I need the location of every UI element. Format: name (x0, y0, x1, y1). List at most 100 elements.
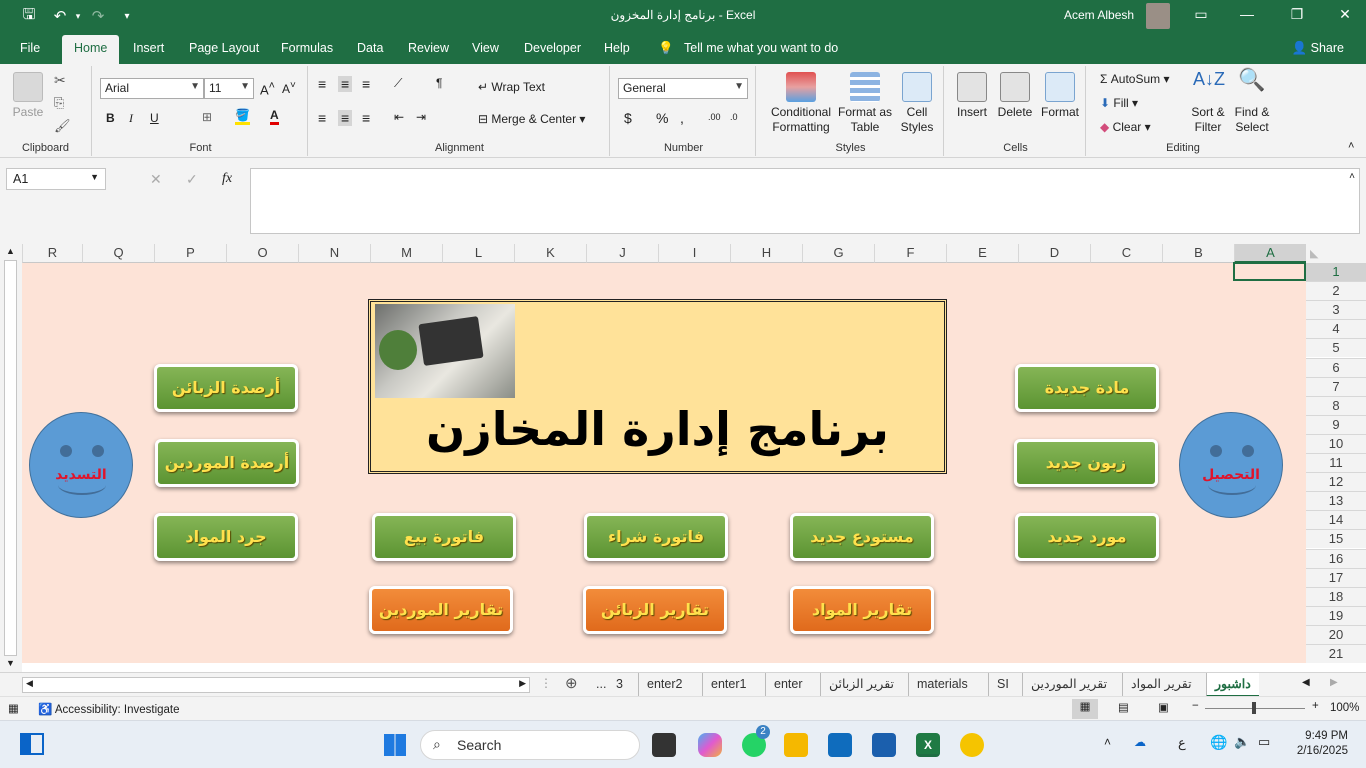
row-header-6[interactable]: 6 (1306, 357, 1366, 377)
increase-indent-icon[interactable]: ⇥ (416, 110, 426, 124)
scroll-up-icon[interactable]: ▲ (6, 246, 15, 256)
suppliers-reports-button[interactable]: تقارير الموردين (369, 586, 513, 634)
restore-icon[interactable]: ❐ (1282, 6, 1312, 23)
number-format-select[interactable]: General ▼ (618, 78, 748, 99)
splitter-icon[interactable]: ⋮ (540, 676, 552, 690)
chevron-up-icon[interactable]: ˄ (1349, 171, 1355, 182)
taskbar-search[interactable]: ⌕ Search (420, 730, 640, 760)
formula-input[interactable]: ˄ (250, 168, 1360, 234)
font-size-select[interactable]: 11 ▼ (204, 78, 254, 99)
macro-record-icon[interactable]: ▦ (8, 701, 19, 715)
format-painter-icon[interactable]: 🖌 (54, 118, 71, 134)
collection-face-button[interactable]: التحصيل (1179, 412, 1283, 518)
tab-help[interactable]: Help (604, 41, 630, 55)
tab-formulas[interactable]: Formulas (281, 41, 333, 55)
scroll-thumb[interactable] (4, 260, 17, 656)
insert-function-button[interactable]: fx (222, 171, 232, 187)
percent-icon[interactable]: % (656, 110, 668, 126)
lightbulb-icon[interactable]: 💡 (658, 41, 674, 56)
zoom-slider-thumb[interactable] (1252, 702, 1256, 714)
supplier-balances-button[interactable]: أرصدة الموردين (155, 439, 299, 487)
sheet-tab-si[interactable]: SI (988, 673, 1017, 697)
onedrive-icon[interactable]: ☁ (1134, 735, 1146, 749)
find-select-button[interactable]: 🔍 Find & Select (1230, 69, 1274, 135)
row-header-19[interactable]: 19 (1306, 605, 1366, 625)
currency-icon[interactable]: $ (624, 110, 632, 126)
sheet-tab-more[interactable]: ... (588, 673, 614, 697)
horizontal-scrollbar[interactable]: ◀ ▶ (22, 677, 530, 693)
decrease-indent-icon[interactable]: ⇤ (394, 110, 404, 124)
fill-button[interactable]: ⬇ Fill ▾ (1100, 96, 1138, 110)
sheet-tab-suppliers-report[interactable]: تقرير الموردين (1022, 673, 1115, 697)
page-break-view-icon[interactable]: ▣ (1158, 700, 1169, 714)
battery-icon[interactable]: ▭ (1258, 734, 1270, 750)
comma-icon[interactable]: , (680, 110, 684, 126)
align-right-icon[interactable]: ≡ (362, 110, 370, 126)
new-customer-button[interactable]: زبون جديد (1014, 439, 1158, 487)
file-explorer-icon[interactable] (784, 733, 808, 757)
zoom-level[interactable]: 100% (1330, 702, 1359, 714)
borders-icon[interactable]: ⊞ (202, 110, 212, 124)
row-header-13[interactable]: 13 (1306, 491, 1366, 511)
row-header-5[interactable]: 5 (1306, 338, 1366, 358)
ribbon-display-icon[interactable]: ▭ (1186, 6, 1216, 23)
row-header-1[interactable]: 1 (1306, 262, 1366, 281)
row-header-10[interactable]: 10 (1306, 433, 1366, 453)
tab-file[interactable]: File (20, 41, 40, 55)
language-indicator[interactable]: ع (1178, 735, 1186, 751)
sheet-tab-materials[interactable]: materials (908, 673, 976, 697)
column-header-g[interactable]: G (802, 244, 874, 263)
row-header-8[interactable]: 8 (1306, 395, 1366, 415)
system-clock[interactable]: 9:49 PM 2/16/2025 (1297, 729, 1348, 759)
clear-button[interactable]: ◆ Clear ▾ (1100, 120, 1151, 134)
sheet-tab-enter1[interactable]: enter1 (702, 673, 754, 697)
column-header-c[interactable]: C (1090, 244, 1162, 263)
row-header-9[interactable]: 9 (1306, 414, 1366, 434)
active-cell-a1[interactable] (1233, 262, 1306, 281)
conditional-formatting-button[interactable]: Conditional Formatting (766, 72, 836, 135)
orientation-icon[interactable]: ⟋ (394, 76, 402, 91)
delete-cells-button[interactable]: Delete (994, 72, 1036, 120)
accessibility-status[interactable]: ♿ Accessibility: Investigate (38, 702, 180, 716)
row-header-16[interactable]: 16 (1306, 548, 1366, 568)
shrink-font-icon[interactable]: A˅ (282, 80, 296, 96)
tell-me-search[interactable]: Tell me what you want to do (684, 41, 838, 55)
new-warehouse-button[interactable]: مستودع جديد (790, 513, 934, 561)
store-icon[interactable] (872, 733, 896, 757)
tab-page-layout[interactable]: Page Layout (189, 41, 259, 55)
increase-decimal-icon[interactable]: .00 (708, 112, 721, 122)
payment-face-button[interactable]: التسديد (29, 412, 133, 518)
column-header-h[interactable]: H (730, 244, 802, 263)
row-header-17[interactable]: 17 (1306, 567, 1366, 587)
row-header-14[interactable]: 14 (1306, 510, 1366, 530)
row-header-2[interactable]: 2 (1306, 281, 1366, 301)
materials-reports-button[interactable]: تقارير المواد (790, 586, 934, 634)
merge-center-button[interactable]: ⊟ Merge & Center ▾ (478, 112, 585, 126)
avatar[interactable] (1146, 3, 1170, 29)
rtl-icon[interactable]: ¶ (436, 76, 442, 90)
sheet-tab-enter[interactable]: enter (765, 673, 811, 697)
wrap-text-button[interactable]: ↵ Wrap Text (478, 80, 545, 94)
widgets-icon[interactable] (20, 733, 44, 755)
column-header-l[interactable]: L (442, 244, 514, 263)
zoom-in-icon[interactable]: + (1312, 700, 1319, 712)
cut-icon[interactable]: ✂ (54, 72, 66, 89)
task-view-icon[interactable] (652, 733, 676, 757)
column-header-p[interactable]: P (154, 244, 226, 263)
inventory-button[interactable]: جرد المواد (154, 513, 298, 561)
tabs-scroll-left-icon[interactable]: ◀ (1302, 677, 1310, 688)
row-header-11[interactable]: 11 (1306, 453, 1366, 472)
select-all-corner[interactable]: ◣ (1306, 244, 1366, 263)
column-header-o[interactable]: O (226, 244, 298, 263)
row-header-3[interactable]: 3 (1306, 300, 1366, 320)
collapse-ribbon-icon[interactable]: ˄ (1348, 140, 1354, 152)
align-center-icon[interactable]: ≡ (338, 110, 353, 126)
font-color-icon[interactable]: A (270, 108, 279, 125)
outlook-icon[interactable] (828, 733, 852, 757)
zoom-out-icon[interactable]: − (1192, 700, 1199, 712)
tab-view[interactable]: View (472, 41, 499, 55)
tab-insert[interactable]: Insert (133, 41, 164, 55)
sort-filter-button[interactable]: A↓Z Sort & Filter (1188, 70, 1228, 135)
align-middle-icon[interactable]: ≡ (338, 76, 353, 92)
column-header-q[interactable]: Q (82, 244, 154, 263)
